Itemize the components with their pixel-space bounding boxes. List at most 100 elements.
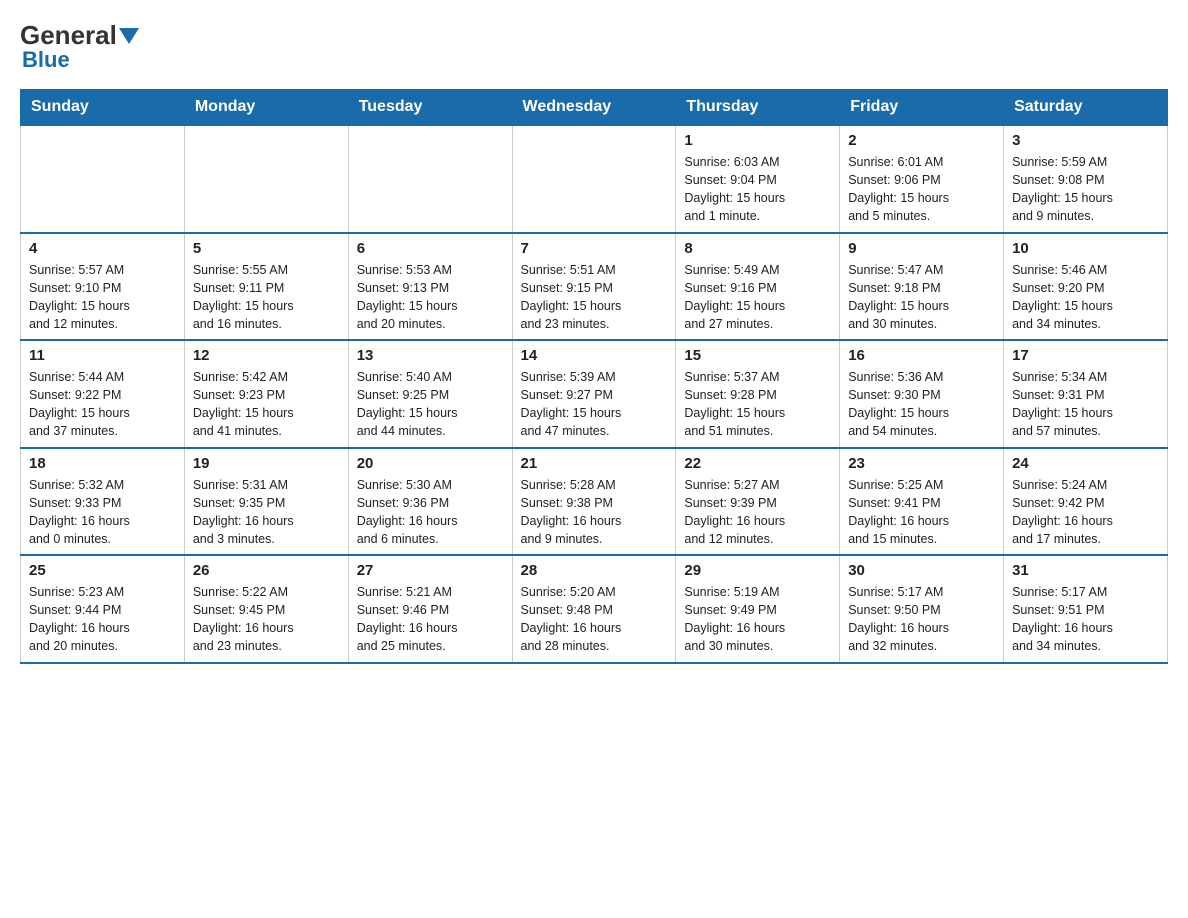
calendar-week-row: 1Sunrise: 6:03 AM Sunset: 9:04 PM Daylig… <box>21 125 1168 233</box>
calendar-cell: 19 Sunrise: 5:31 AM Sunset: 9:35 PM Dayli… <box>184 448 348 556</box>
calendar-cell: 31 Sunrise: 5:17 AM Sunset: 9:51 PM Dayli… <box>1004 555 1168 663</box>
day-info: Sunrise: 6:03 AM Sunset: 9:04 PM Dayligh… <box>684 153 831 226</box>
day-info: Sunrise: 5:51 AM Sunset: 9:15 PM Dayligh… <box>521 261 668 334</box>
calendar-cell: 20 Sunrise: 5:30 AM Sunset: 9:36 PM Dayli… <box>348 448 512 556</box>
day-number: 28 <box>521 562 668 579</box>
day-info: Sunrise: 5:30 AM Sunset: 9:36 PM Dayligh… <box>357 476 504 549</box>
calendar-week-row: 18 Sunrise: 5:32 AM Sunset: 9:33 PM Dayli… <box>21 448 1168 556</box>
weekday-header-sunday: Sunday <box>21 90 185 126</box>
calendar-cell: 10 Sunrise: 5:46 AM Sunset: 9:20 PM Dayli… <box>1004 233 1168 341</box>
page-header: General Blue <box>20 20 1168 73</box>
day-number: 15 <box>684 347 831 364</box>
day-number: 18 <box>29 455 176 472</box>
calendar-cell: 16Sunrise: 5:36 AM Sunset: 9:30 PM Dayli… <box>840 340 1004 448</box>
calendar-week-row: 4 Sunrise: 5:57 AM Sunset: 9:10 PM Daylig… <box>21 233 1168 341</box>
calendar-cell: 18 Sunrise: 5:32 AM Sunset: 9:33 PM Dayli… <box>21 448 185 556</box>
day-info: Sunrise: 5:46 AM Sunset: 9:20 PM Dayligh… <box>1012 261 1159 334</box>
day-info: Sunrise: 5:40 AM Sunset: 9:25 PM Dayligh… <box>357 368 504 441</box>
day-number: 30 <box>848 562 995 579</box>
calendar-cell: 25Sunrise: 5:23 AM Sunset: 9:44 PM Dayli… <box>21 555 185 663</box>
logo: General Blue <box>20 20 141 73</box>
weekday-header-thursday: Thursday <box>676 90 840 126</box>
day-number: 4 <box>29 240 176 257</box>
calendar-cell: 22 Sunrise: 5:27 AM Sunset: 9:39 PM Dayli… <box>676 448 840 556</box>
day-number: 11 <box>29 347 176 364</box>
day-info: Sunrise: 5:42 AM Sunset: 9:23 PM Dayligh… <box>193 368 340 441</box>
day-number: 2 <box>848 132 995 149</box>
calendar-table: SundayMondayTuesdayWednesdayThursdayFrid… <box>20 89 1168 664</box>
calendar-cell: 14 Sunrise: 5:39 AM Sunset: 9:27 PM Dayli… <box>512 340 676 448</box>
calendar-header-row: SundayMondayTuesdayWednesdayThursdayFrid… <box>21 90 1168 126</box>
day-number: 19 <box>193 455 340 472</box>
day-info: Sunrise: 5:27 AM Sunset: 9:39 PM Dayligh… <box>684 476 831 549</box>
day-info: Sunrise: 5:20 AM Sunset: 9:48 PM Dayligh… <box>521 583 668 656</box>
weekday-header-friday: Friday <box>840 90 1004 126</box>
day-number: 6 <box>357 240 504 257</box>
day-info: Sunrise: 5:36 AM Sunset: 9:30 PM Dayligh… <box>848 368 995 441</box>
day-info: Sunrise: 5:49 AM Sunset: 9:16 PM Dayligh… <box>684 261 831 334</box>
day-info: Sunrise: 5:39 AM Sunset: 9:27 PM Dayligh… <box>521 368 668 441</box>
calendar-cell: 7 Sunrise: 5:51 AM Sunset: 9:15 PM Daylig… <box>512 233 676 341</box>
day-info: Sunrise: 5:21 AM Sunset: 9:46 PM Dayligh… <box>357 583 504 656</box>
day-number: 5 <box>193 240 340 257</box>
logo-blue-text: Blue <box>22 47 70 73</box>
day-info: Sunrise: 5:37 AM Sunset: 9:28 PM Dayligh… <box>684 368 831 441</box>
day-info: Sunrise: 5:34 AM Sunset: 9:31 PM Dayligh… <box>1012 368 1159 441</box>
day-info: Sunrise: 5:17 AM Sunset: 9:50 PM Dayligh… <box>848 583 995 656</box>
calendar-cell: 29 Sunrise: 5:19 AM Sunset: 9:49 PM Dayli… <box>676 555 840 663</box>
calendar-cell: 27 Sunrise: 5:21 AM Sunset: 9:46 PM Dayli… <box>348 555 512 663</box>
day-info: Sunrise: 5:44 AM Sunset: 9:22 PM Dayligh… <box>29 368 176 441</box>
calendar-cell: 4 Sunrise: 5:57 AM Sunset: 9:10 PM Daylig… <box>21 233 185 341</box>
day-info: Sunrise: 5:53 AM Sunset: 9:13 PM Dayligh… <box>357 261 504 334</box>
day-number: 17 <box>1012 347 1159 364</box>
day-number: 12 <box>193 347 340 364</box>
calendar-cell: 26 Sunrise: 5:22 AM Sunset: 9:45 PM Dayli… <box>184 555 348 663</box>
calendar-cell: 9Sunrise: 5:47 AM Sunset: 9:18 PM Daylig… <box>840 233 1004 341</box>
calendar-cell: 1Sunrise: 6:03 AM Sunset: 9:04 PM Daylig… <box>676 125 840 233</box>
day-info: Sunrise: 5:57 AM Sunset: 9:10 PM Dayligh… <box>29 261 176 334</box>
day-info: Sunrise: 5:23 AM Sunset: 9:44 PM Dayligh… <box>29 583 176 656</box>
calendar-cell: 15 Sunrise: 5:37 AM Sunset: 9:28 PM Dayli… <box>676 340 840 448</box>
day-number: 3 <box>1012 132 1159 149</box>
calendar-cell <box>348 125 512 233</box>
calendar-cell: 23Sunrise: 5:25 AM Sunset: 9:41 PM Dayli… <box>840 448 1004 556</box>
calendar-cell: 11 Sunrise: 5:44 AM Sunset: 9:22 PM Dayli… <box>21 340 185 448</box>
calendar-cell: 6 Sunrise: 5:53 AM Sunset: 9:13 PM Daylig… <box>348 233 512 341</box>
calendar-week-row: 25Sunrise: 5:23 AM Sunset: 9:44 PM Dayli… <box>21 555 1168 663</box>
calendar-cell <box>21 125 185 233</box>
day-number: 22 <box>684 455 831 472</box>
calendar-cell: 12 Sunrise: 5:42 AM Sunset: 9:23 PM Dayli… <box>184 340 348 448</box>
day-number: 13 <box>357 347 504 364</box>
day-number: 24 <box>1012 455 1159 472</box>
day-info: Sunrise: 5:22 AM Sunset: 9:45 PM Dayligh… <box>193 583 340 656</box>
day-info: Sunrise: 5:55 AM Sunset: 9:11 PM Dayligh… <box>193 261 340 334</box>
day-number: 27 <box>357 562 504 579</box>
day-info: Sunrise: 5:31 AM Sunset: 9:35 PM Dayligh… <box>193 476 340 549</box>
day-number: 8 <box>684 240 831 257</box>
weekday-header-tuesday: Tuesday <box>348 90 512 126</box>
weekday-header-saturday: Saturday <box>1004 90 1168 126</box>
day-info: Sunrise: 5:19 AM Sunset: 9:49 PM Dayligh… <box>684 583 831 656</box>
day-number: 29 <box>684 562 831 579</box>
calendar-cell: 2 Sunrise: 6:01 AM Sunset: 9:06 PM Daylig… <box>840 125 1004 233</box>
day-info: Sunrise: 5:28 AM Sunset: 9:38 PM Dayligh… <box>521 476 668 549</box>
day-number: 20 <box>357 455 504 472</box>
calendar-cell: 8 Sunrise: 5:49 AM Sunset: 9:16 PM Daylig… <box>676 233 840 341</box>
weekday-header-monday: Monday <box>184 90 348 126</box>
calendar-cell <box>184 125 348 233</box>
day-number: 21 <box>521 455 668 472</box>
day-info: Sunrise: 6:01 AM Sunset: 9:06 PM Dayligh… <box>848 153 995 226</box>
calendar-cell: 3Sunrise: 5:59 AM Sunset: 9:08 PM Daylig… <box>1004 125 1168 233</box>
day-number: 7 <box>521 240 668 257</box>
weekday-header-wednesday: Wednesday <box>512 90 676 126</box>
day-number: 14 <box>521 347 668 364</box>
day-info: Sunrise: 5:32 AM Sunset: 9:33 PM Dayligh… <box>29 476 176 549</box>
day-info: Sunrise: 5:25 AM Sunset: 9:41 PM Dayligh… <box>848 476 995 549</box>
calendar-cell: 13 Sunrise: 5:40 AM Sunset: 9:25 PM Dayli… <box>348 340 512 448</box>
day-number: 9 <box>848 240 995 257</box>
day-info: Sunrise: 5:17 AM Sunset: 9:51 PM Dayligh… <box>1012 583 1159 656</box>
day-number: 26 <box>193 562 340 579</box>
calendar-cell: 5 Sunrise: 5:55 AM Sunset: 9:11 PM Daylig… <box>184 233 348 341</box>
day-number: 31 <box>1012 562 1159 579</box>
day-number: 10 <box>1012 240 1159 257</box>
